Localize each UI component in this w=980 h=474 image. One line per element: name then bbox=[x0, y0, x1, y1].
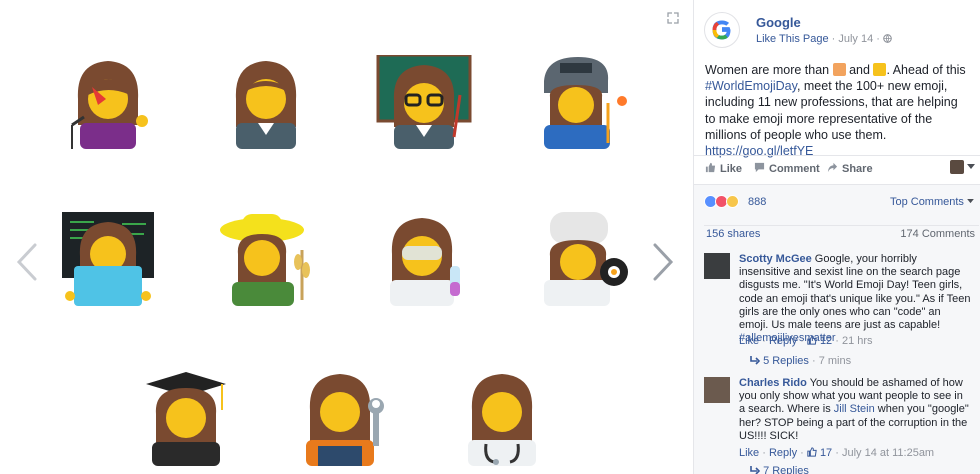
reaction-count[interactable]: 888 bbox=[748, 196, 766, 208]
comment-body: Charles Rido You should be ashamed of ho… bbox=[739, 377, 971, 443]
post-text: Women are more than and . Ahead of this … bbox=[705, 62, 970, 159]
separator: · bbox=[832, 447, 842, 459]
comment-actions: Like · Reply · 17 · July 14 at 11:25am bbox=[739, 447, 934, 460]
comment-like-link[interactable]: Like bbox=[739, 335, 759, 347]
caret-down-icon bbox=[967, 164, 975, 169]
comment-author[interactable]: Scotty McGee bbox=[739, 253, 812, 265]
comment-like-link[interactable]: Like bbox=[739, 447, 759, 459]
comment-time[interactable]: 21 hrs bbox=[842, 335, 873, 347]
thumbs-up-icon bbox=[807, 335, 817, 345]
photo-viewer bbox=[0, 0, 693, 474]
thumbs-up-icon bbox=[705, 162, 716, 173]
share-label: Share bbox=[842, 163, 873, 175]
comment-time[interactable]: July 14 at 11:25am bbox=[842, 447, 934, 459]
chevron-right-icon[interactable] bbox=[650, 242, 676, 282]
page-name[interactable]: Google bbox=[756, 15, 801, 30]
comment-button[interactable]: Comment bbox=[754, 162, 820, 175]
separator: · bbox=[832, 335, 842, 347]
separator: · bbox=[797, 447, 807, 459]
thumbs-up-icon bbox=[807, 447, 817, 457]
comment-like-count[interactable]: 12 bbox=[820, 335, 832, 347]
shares-count[interactable]: 156 shares bbox=[706, 228, 760, 240]
chevron-left-icon[interactable] bbox=[14, 242, 40, 282]
reaction-icons[interactable] bbox=[704, 195, 739, 211]
woman-office-worker-emoji bbox=[218, 55, 314, 151]
post-date[interactable]: July 14 bbox=[838, 33, 873, 45]
share-icon bbox=[827, 162, 838, 173]
shares-row: 156 shares 174 Comments bbox=[704, 225, 979, 240]
separator: · bbox=[759, 335, 769, 347]
woman-welder-emoji bbox=[536, 55, 632, 151]
comment-like-count[interactable]: 17 bbox=[820, 447, 832, 459]
woman-cook-emoji bbox=[536, 210, 632, 306]
comment-reply-link[interactable]: Reply bbox=[769, 447, 797, 459]
globe-icon bbox=[883, 34, 892, 43]
google-page-avatar[interactable] bbox=[704, 12, 740, 48]
replies-count: 5 Replies bbox=[763, 355, 809, 367]
comment-reply-link[interactable]: Reply bbox=[769, 335, 797, 347]
woman-farmer-emoji bbox=[218, 210, 314, 306]
woman-emoji-icon bbox=[832, 63, 846, 76]
woman-teacher-emoji bbox=[376, 53, 472, 151]
woman-singer-emoji bbox=[60, 55, 156, 151]
meta-separator: · bbox=[831, 33, 836, 45]
separator: · bbox=[759, 447, 769, 459]
like-label: Like bbox=[720, 163, 743, 175]
flexed-arm-emoji-icon bbox=[873, 63, 887, 76]
replies-time: 7 mins bbox=[818, 355, 852, 367]
reply-arrow-icon bbox=[750, 466, 761, 474]
top-comments-dropdown[interactable]: Top Comments bbox=[890, 196, 974, 208]
like-page-link[interactable]: Like This Page bbox=[756, 33, 829, 45]
comment-author[interactable]: Charles Rido bbox=[739, 377, 807, 389]
actor-selector[interactable] bbox=[950, 160, 978, 176]
comment-item: Scotty McGee Google, your horribly insen… bbox=[704, 253, 976, 371]
woman-health-worker-emoji bbox=[456, 370, 552, 466]
comment-icon bbox=[754, 162, 765, 173]
hashtag-link[interactable]: #WorldEmojiDay bbox=[705, 79, 797, 93]
haha-reaction-icon bbox=[726, 195, 739, 208]
post-header: Google Like This Page · July 14 · bbox=[704, 12, 974, 52]
reply-arrow-icon bbox=[750, 356, 761, 365]
replies-count: 7 Replies bbox=[763, 465, 809, 474]
actor-avatar bbox=[950, 160, 964, 174]
meta-separator: · bbox=[876, 33, 880, 45]
comment-mention[interactable]: Jill Stein bbox=[834, 403, 875, 415]
woman-student-emoji bbox=[138, 370, 234, 466]
woman-scientist-emoji bbox=[376, 210, 472, 306]
reactions-row: 888 Top Comments bbox=[704, 195, 974, 211]
post-side-panel: Google Like This Page · July 14 · Women … bbox=[693, 0, 980, 474]
caret-down-icon bbox=[967, 199, 974, 204]
avatar[interactable] bbox=[704, 253, 730, 279]
separator: · bbox=[808, 355, 819, 367]
comment-replies-link[interactable]: 7 Replies bbox=[750, 465, 809, 474]
comment-label: Comment bbox=[769, 163, 820, 175]
share-button[interactable]: Share bbox=[827, 162, 873, 175]
comment-actions: Like · Reply · 12 · 21 hrs bbox=[739, 335, 873, 348]
comment-body: Scotty McGee Google, your horribly insen… bbox=[739, 253, 971, 345]
comment-item: Charles Rido You should be ashamed of ho… bbox=[704, 377, 976, 474]
like-button[interactable]: Like bbox=[705, 162, 742, 175]
post-text-part: . Ahead of this bbox=[886, 63, 966, 77]
post-meta: Like This Page · July 14 · bbox=[756, 33, 892, 45]
woman-technologist-emoji bbox=[60, 210, 156, 306]
separator: · bbox=[797, 335, 807, 347]
woman-mechanic-emoji bbox=[296, 370, 392, 466]
avatar[interactable] bbox=[704, 377, 730, 403]
comment-count: 174 Comments bbox=[900, 228, 975, 240]
post-text-part: Women are more than bbox=[705, 63, 830, 77]
post-text-part: and bbox=[849, 63, 870, 77]
top-comments-label: Top Comments bbox=[889, 196, 964, 208]
feedback-area: 888 Top Comments 156 shares 174 Comments… bbox=[694, 184, 980, 474]
comment-replies-link[interactable]: 5 Replies · 7 mins bbox=[750, 355, 851, 368]
expand-icon[interactable] bbox=[667, 12, 679, 24]
post-actions: Like Comment Share bbox=[694, 155, 980, 183]
